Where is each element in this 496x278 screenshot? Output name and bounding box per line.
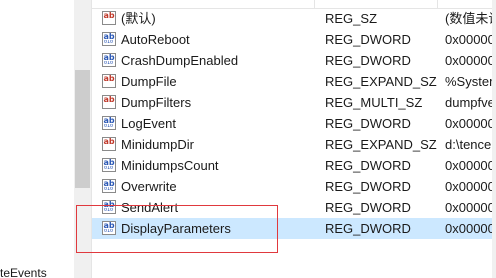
value-data: (数值未设置) — [445, 11, 496, 26]
icon-glyph: ab — [103, 137, 115, 146]
value-type: REG_DWORD — [325, 179, 411, 194]
value-type: REG_MULTI_SZ — [325, 95, 423, 110]
binary-value-icon: ab 010 — [102, 221, 116, 235]
value-icon-cell: ab — [102, 8, 118, 29]
value-name: AutoReboot — [121, 32, 190, 47]
value-data: 0x000000 — [445, 53, 496, 68]
value-icon-cell: ab 010 — [102, 218, 118, 239]
value-type: REG_EXPAND_SZ — [325, 137, 437, 152]
value-type: REG_DWORD — [325, 53, 411, 68]
value-list: ab(默认)REG_SZ(数值未设置)ab010AutoRebootREG_DW… — [92, 8, 496, 239]
value-row[interactable]: ab010 SendAlert REG_DWORD 0x000000 — [92, 197, 496, 218]
value-row[interactable]: ab010 CrashDumpEnabled REG_DWORD 0x000000 — [92, 50, 496, 71]
icon-glyph: ab — [103, 95, 115, 104]
value-name: (默认) — [121, 11, 156, 26]
value-data: d:\tencer — [445, 137, 496, 152]
value-name: DumpFile — [121, 74, 177, 89]
value-row[interactable]: ab DumpFilters REG_MULTI_SZ dumpfve — [92, 92, 496, 113]
string-value-icon: ab — [102, 137, 116, 151]
value-data: 0x000000 — [445, 221, 496, 236]
value-data: 0x000000 — [445, 116, 496, 131]
value-type: REG_EXPAND_SZ — [325, 74, 437, 89]
binary-value-icon: ab 010 — [102, 32, 116, 46]
binary-value-icon: ab 010 — [102, 53, 116, 67]
icon-glyph: ab — [103, 11, 115, 20]
string-value-icon: ab — [102, 74, 116, 88]
value-row[interactable]: ab (默认) REG_SZ (数值未设置) — [92, 8, 496, 29]
icon-glyph: ab — [103, 32, 115, 41]
icon-glyph: ab — [103, 53, 115, 62]
icon-glyph: ab — [103, 221, 115, 230]
icon-bits: 010 — [104, 61, 114, 65]
value-name: MinidumpDir — [121, 137, 194, 152]
value-type: REG_SZ — [325, 11, 378, 26]
binary-value-icon: ab 010 — [102, 158, 116, 172]
value-name: DumpFilters — [121, 95, 192, 110]
value-row[interactable]: ab010 Overwrite REG_DWORD 0x000000 — [92, 176, 496, 197]
value-row[interactable]: ab DumpFile REG_EXPAND_SZ %System — [92, 71, 496, 92]
value-name: Overwrite — [121, 179, 177, 194]
value-icon-cell: ab — [102, 134, 118, 155]
icon-bits: 010 — [104, 124, 114, 128]
string-value-icon: ab — [102, 95, 116, 109]
value-list-scrollbar[interactable] — [492, 0, 496, 278]
icon-glyph: ab — [103, 179, 115, 188]
value-data: 0x000000 — [445, 32, 496, 47]
value-data: 0x000000 — [445, 158, 496, 173]
value-icon-cell: ab 010 — [102, 29, 118, 50]
tree-scrollbar-thumb[interactable] — [75, 70, 90, 188]
value-icon-cell: ab 010 — [102, 176, 118, 197]
value-type: REG_DWORD — [325, 116, 411, 131]
registry-editor-window: teEvents ab(默认)REG_SZ(数值未设置)ab010AutoReb… — [0, 0, 496, 278]
binary-value-icon: ab 010 — [102, 200, 116, 214]
value-row[interactable]: ab010 AutoReboot REG_DWORD 0x000000 — [92, 29, 496, 50]
icon-bits: 010 — [104, 166, 114, 170]
column-separator[interactable] — [314, 0, 315, 8]
value-name: SendAlert — [121, 200, 179, 215]
value-name: MinidumpsCount — [121, 158, 219, 173]
value-row[interactable]: ab010 LogEvent REG_DWORD 0x000000 — [92, 113, 496, 134]
value-name: CrashDumpEnabled — [121, 53, 239, 68]
icon-glyph: ab — [103, 200, 115, 209]
value-data: 0x000000 — [445, 200, 496, 215]
key-tree-pane: teEvents — [0, 0, 91, 278]
binary-value-icon: ab 010 — [102, 179, 116, 193]
column-separator[interactable] — [437, 0, 438, 8]
string-value-icon: ab — [102, 11, 116, 25]
icon-bits: 010 — [104, 229, 114, 233]
value-data: %System — [445, 74, 496, 89]
value-row[interactable]: ab MinidumpDir REG_EXPAND_SZ d:\tencer — [92, 134, 496, 155]
icon-glyph: ab — [103, 74, 115, 83]
binary-value-icon: ab 010 — [102, 116, 116, 130]
icon-bits: 010 — [104, 187, 114, 191]
value-row[interactable]: ab010 DisplayParameters REG_DWORD 0x000000 — [92, 218, 496, 239]
tree-item-partial[interactable]: teEvents — [0, 266, 47, 278]
value-type: REG_DWORD — [325, 200, 411, 215]
icon-bits: 010 — [104, 208, 114, 212]
value-name: LogEvent — [121, 116, 176, 131]
icon-glyph: ab — [103, 158, 115, 167]
value-icon-cell: ab 010 — [102, 50, 118, 71]
value-type: REG_DWORD — [325, 158, 411, 173]
value-type: REG_DWORD — [325, 32, 411, 47]
value-icon-cell: ab — [102, 71, 118, 92]
value-type: REG_DWORD — [325, 221, 411, 236]
value-data: 0x000000 — [445, 179, 496, 194]
icon-glyph: ab — [103, 116, 115, 125]
value-icon-cell: ab — [102, 92, 118, 113]
value-name: DisplayParameters — [121, 221, 231, 236]
icon-bits: 010 — [104, 40, 114, 44]
value-icon-cell: ab 010 — [102, 113, 118, 134]
value-row[interactable]: ab010 MinidumpsCount REG_DWORD 0x000000 — [92, 155, 496, 176]
value-icon-cell: ab 010 — [102, 155, 118, 176]
value-icon-cell: ab 010 — [102, 197, 118, 218]
value-data: dumpfve — [445, 95, 495, 110]
